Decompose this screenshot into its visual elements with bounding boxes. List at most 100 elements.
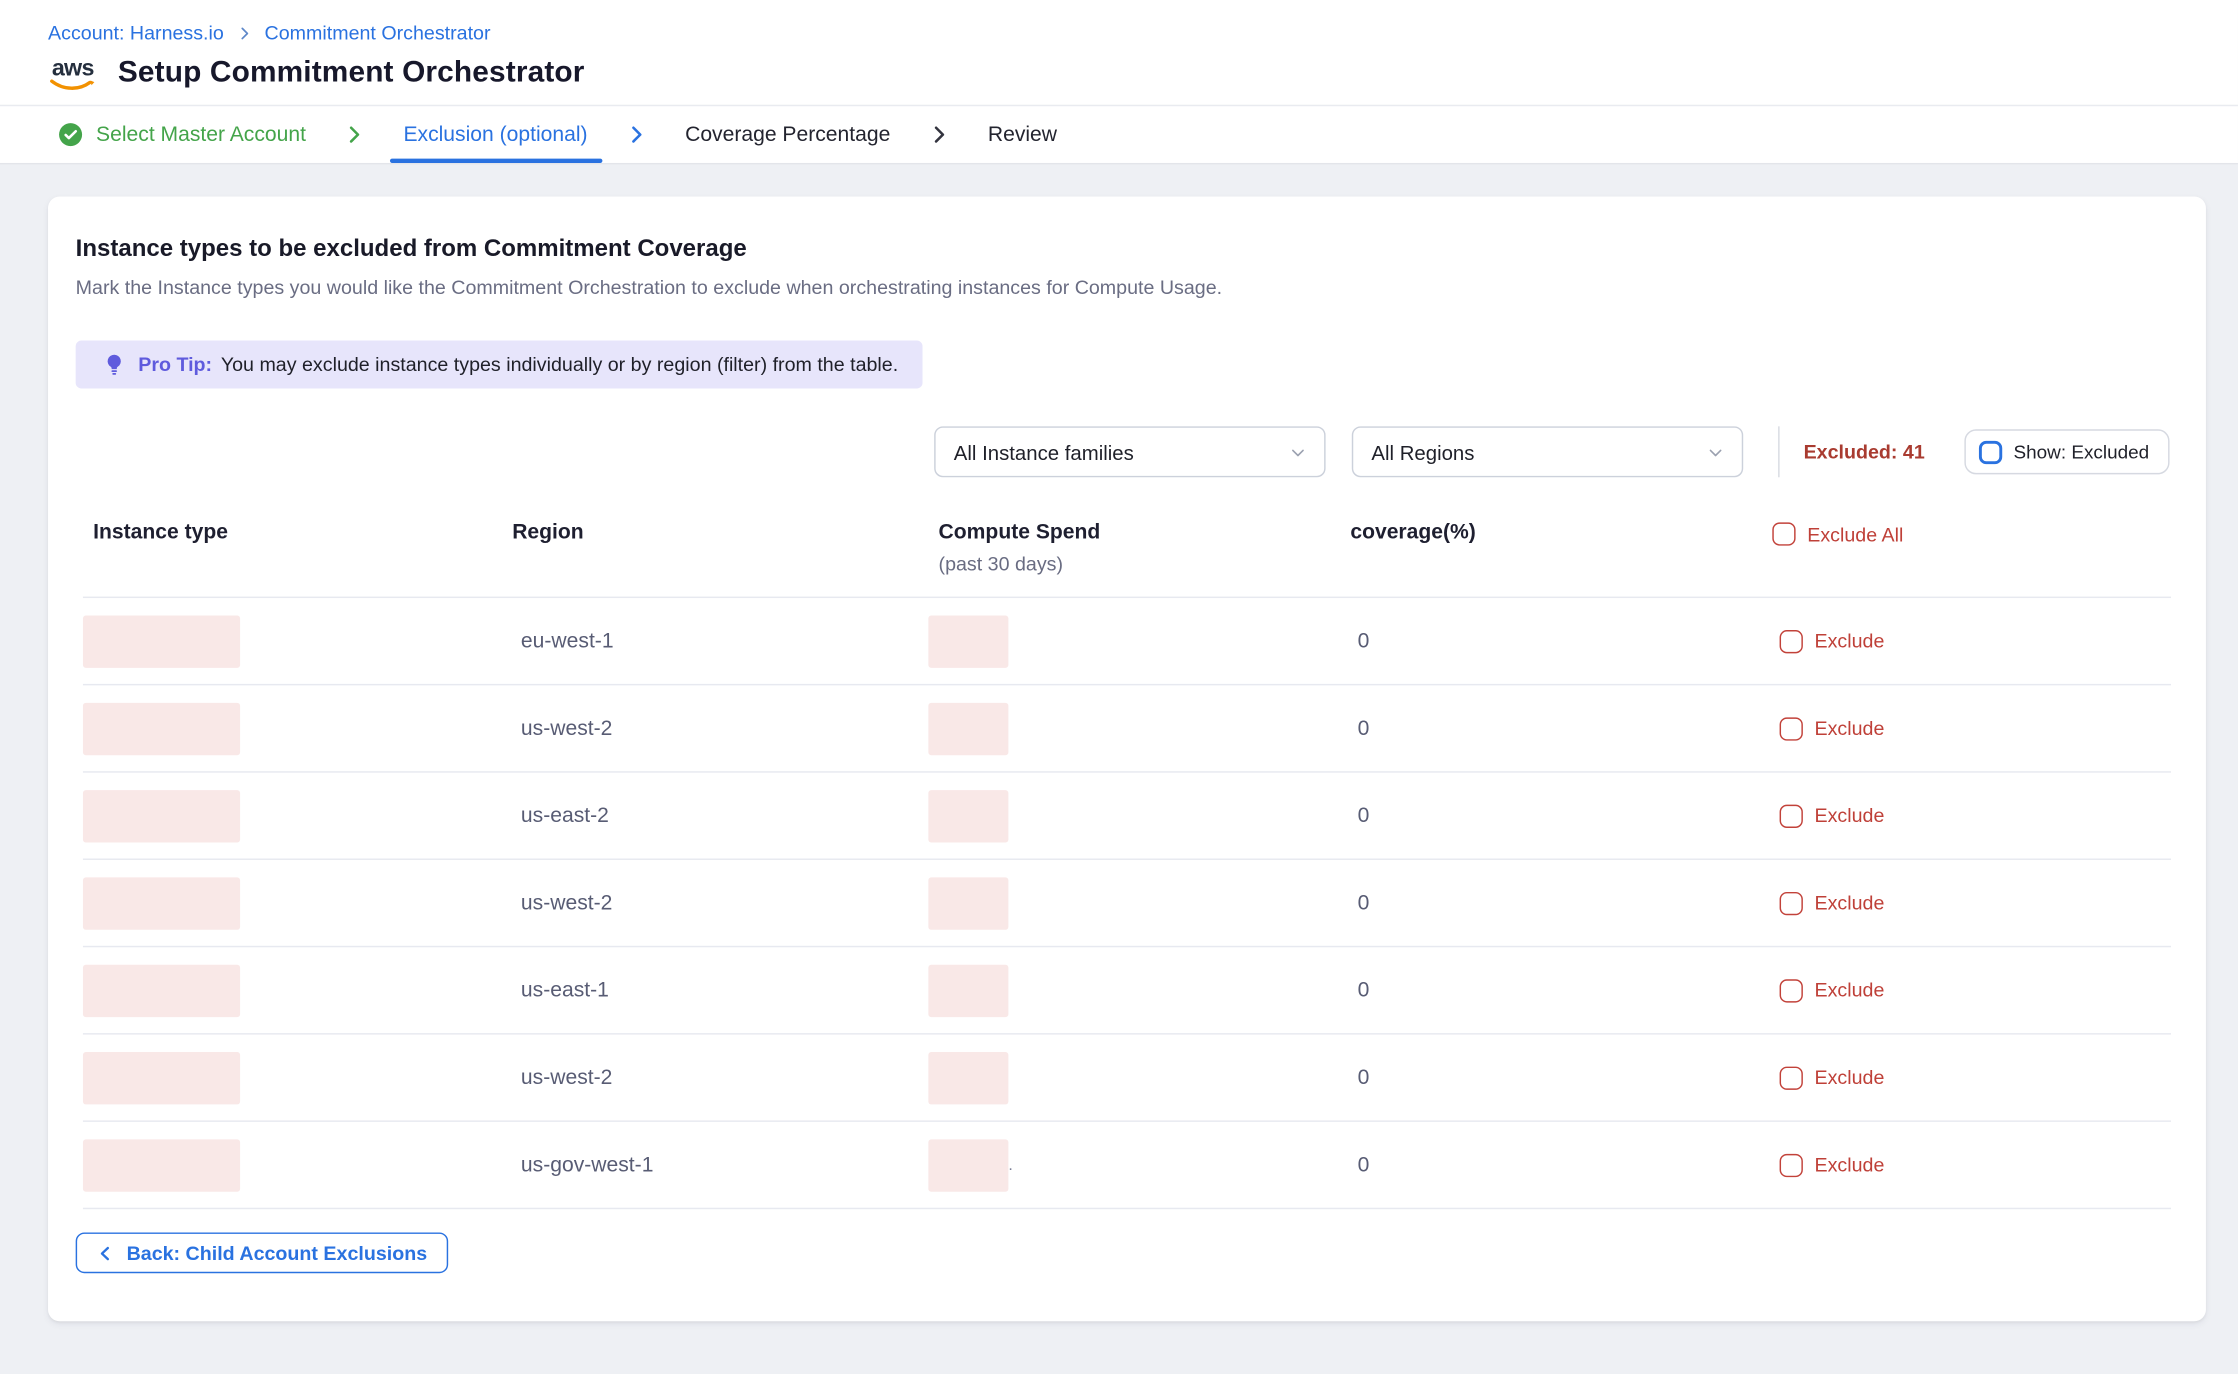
step-coverage-percentage[interactable]: Coverage Percentage (685, 106, 890, 163)
panel-subtitle: Mark the Instance types you would like t… (76, 276, 2170, 298)
exclude-label: Exclude (1815, 630, 1885, 652)
exclude-label: Exclude (1815, 717, 1885, 739)
exclude-checkbox[interactable] (1780, 804, 1803, 827)
redacted-compute-spend (928, 1051, 1008, 1103)
col-header-instance-type: Instance type (83, 521, 512, 597)
breadcrumb-chevron-icon (235, 24, 252, 41)
back-button[interactable]: Back: Child Account Exclusions (76, 1232, 448, 1273)
vertical-divider (1779, 426, 1780, 477)
chevron-right-icon (344, 106, 366, 163)
region-value: us-east-2 (521, 804, 609, 827)
region-value: us-west-2 (521, 891, 612, 914)
table-row: eu-west-1 0 Exclude (83, 598, 2171, 685)
chevron-down-icon (1706, 442, 1726, 462)
coverage-value: 0 (1358, 1066, 1370, 1089)
exclude-label: Exclude (1815, 1067, 1885, 1089)
exclude-label: Exclude (1815, 979, 1885, 1001)
redacted-compute-spend (928, 789, 1008, 841)
exclude-label: Exclude (1815, 1154, 1885, 1176)
regions-value: All Regions (1371, 440, 1474, 463)
aws-logo-icon: aws (48, 60, 97, 92)
col-header-compute-spend: Compute Spend (past 30 days) (928, 521, 1350, 597)
redacted-instance-type (83, 1051, 240, 1103)
show-excluded-label: Show: Excluded (2014, 441, 2150, 463)
exclusion-panel: Instance types to be excluded from Commi… (48, 196, 2206, 1321)
page-header: Account: Harness.io Commitment Orchestra… (0, 0, 2238, 105)
pro-tip-label: Pro Tip: (138, 354, 212, 376)
table-row: us-west-2 0 Exclude (83, 1035, 2171, 1122)
check-circle-icon (58, 122, 83, 147)
aws-smile-arc (49, 79, 96, 92)
col-header-exclude-all: Exclude All (1772, 521, 2171, 597)
exclude-checkbox[interactable] (1780, 629, 1803, 652)
coverage-value: 0 (1358, 717, 1370, 740)
pro-tip-banner: Pro Tip: You may exclude instance types … (76, 340, 923, 388)
step-label: Select Master Account (96, 123, 306, 146)
exclude-checkbox[interactable] (1780, 979, 1803, 1002)
region-value: us-east-1 (521, 979, 609, 1002)
col-header-region: Region (512, 521, 928, 597)
pro-tip-text: You may exclude instance types individua… (221, 354, 898, 376)
breadcrumb-account-link[interactable]: Account: Harness.io (48, 22, 224, 44)
table-row: us-gov-west-1 . 0 Exclude (83, 1122, 2171, 1209)
step-label: Coverage Percentage (685, 123, 890, 146)
redacted-instance-type (83, 1139, 240, 1191)
filters-row: All Instance families All Regions Exclud… (76, 426, 2170, 477)
redacted-compute-spend (928, 1139, 1008, 1191)
lightbulb-icon (102, 352, 127, 377)
wizard-stepper: Select Master Account Exclusion (optiona… (0, 105, 2238, 165)
chevron-left-icon (96, 1243, 115, 1262)
show-excluded-checkbox[interactable] (1979, 440, 2002, 463)
panel-title: Instance types to be excluded from Commi… (76, 236, 2170, 264)
exclude-checkbox[interactable] (1780, 717, 1803, 740)
redacted-compute-spend (928, 702, 1008, 754)
exclude-label: Exclude (1815, 892, 1885, 914)
redacted-compute-spend (928, 615, 1008, 667)
aws-logo-text: aws (52, 60, 94, 80)
redacted-instance-type (83, 789, 240, 841)
step-select-master-account[interactable]: Select Master Account (58, 106, 306, 163)
step-review[interactable]: Review (988, 106, 1057, 163)
show-excluded-toggle[interactable]: Show: Excluded (1964, 429, 2170, 474)
instance-families-select[interactable]: All Instance families (935, 426, 1326, 477)
breadcrumb-page-link[interactable]: Commitment Orchestrator (265, 22, 491, 44)
coverage-value: 0 (1358, 891, 1370, 914)
redaction-artifact: . (1008, 1156, 1012, 1173)
title-row: aws Setup Commitment Orchestrator (48, 55, 2238, 104)
excluded-count-badge: Excluded: 41 (1804, 441, 1925, 463)
chevron-down-icon (1288, 442, 1308, 462)
redacted-compute-spend (928, 877, 1008, 929)
table-row: us-west-2 0 Exclude (83, 860, 2171, 947)
table-row: us-east-2 0 Exclude (83, 773, 2171, 860)
instance-exclusion-table: Instance type Region Compute Spend (past… (83, 518, 2171, 1209)
breadcrumb: Account: Harness.io Commitment Orchestra… (48, 22, 2238, 44)
exclude-checkbox[interactable] (1780, 1066, 1803, 1089)
coverage-value: 0 (1358, 979, 1370, 1002)
exclude-checkbox[interactable] (1780, 1153, 1803, 1176)
content-area: Instance types to be excluded from Commi… (0, 164, 2238, 1321)
exclude-checkbox[interactable] (1780, 891, 1803, 914)
exclude-all-label: Exclude All (1807, 524, 1903, 546)
step-label: Review (988, 123, 1057, 146)
region-value: eu-west-1 (521, 629, 614, 652)
exclude-label: Exclude (1815, 805, 1885, 827)
redacted-instance-type (83, 615, 240, 667)
exclude-all-checkbox[interactable] (1772, 522, 1795, 545)
back-button-label: Back: Child Account Exclusions (127, 1242, 428, 1264)
compute-spend-title: Compute Spend (939, 521, 1351, 544)
coverage-value: 0 (1358, 1153, 1370, 1176)
page-title: Setup Commitment Orchestrator (118, 55, 585, 90)
compute-spend-subtitle: (past 30 days) (939, 553, 1351, 575)
redacted-compute-spend (928, 964, 1008, 1016)
region-value: us-west-2 (521, 717, 612, 740)
redacted-instance-type (83, 877, 240, 929)
redacted-instance-type (83, 702, 240, 754)
page: Account: Harness.io Commitment Orchestra… (0, 0, 2238, 1374)
coverage-value: 0 (1358, 629, 1370, 652)
col-header-coverage: coverage(%) (1350, 521, 1772, 597)
regions-select[interactable]: All Regions (1352, 426, 1743, 477)
step-label: Exclusion (optional) (403, 123, 587, 146)
table-header-row: Instance type Region Compute Spend (past… (83, 518, 2171, 598)
region-value: us-west-2 (521, 1066, 612, 1089)
step-exclusion-optional[interactable]: Exclusion (optional) (403, 106, 587, 163)
